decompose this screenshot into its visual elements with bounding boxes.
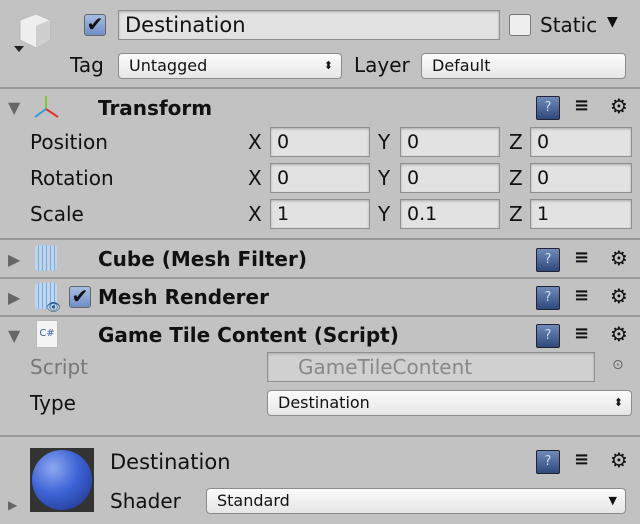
eye-icon: 👁 — [46, 300, 62, 314]
material-name: Destination — [110, 450, 231, 474]
object-picker-icon[interactable]: ⊙ — [612, 357, 624, 373]
layer-value: Default — [432, 56, 491, 75]
presets-icon[interactable]: ≡ — [574, 323, 589, 344]
presets-icon[interactable]: ≡ — [574, 247, 589, 268]
shader-label: Shader — [110, 489, 181, 513]
transform-icon — [32, 94, 60, 124]
active-checkbox[interactable]: ✔ — [84, 14, 106, 36]
transform-row-label: Position — [30, 130, 108, 154]
gear-icon[interactable]: ⚙ — [610, 322, 628, 346]
divider — [0, 87, 640, 89]
help-icon[interactable]: ? — [536, 248, 560, 272]
z-field[interactable]: 1 — [530, 199, 632, 229]
axis-x-label: X — [248, 166, 262, 190]
help-icon[interactable]: ? — [536, 450, 560, 474]
axis-y-label: Y — [378, 166, 391, 190]
expand-arrow-icon[interactable]: ▶ — [8, 498, 17, 512]
tag-value: Untagged — [129, 56, 208, 75]
axis-z-label: Z — [509, 130, 523, 154]
z-field[interactable]: 0 — [530, 127, 632, 157]
axis-y-label: Y — [378, 202, 391, 226]
type-dropdown[interactable]: Destination ⬍ — [267, 390, 632, 416]
script-label: Script — [30, 355, 89, 379]
help-icon[interactable]: ? — [536, 286, 560, 310]
type-label: Type — [30, 391, 76, 415]
mesh-renderer-enabled-checkbox[interactable]: ✔ — [69, 286, 91, 308]
presets-icon[interactable]: ≡ — [574, 95, 589, 116]
divider — [0, 435, 640, 437]
shader-dropdown[interactable]: Standard ▼ — [206, 488, 626, 514]
expand-arrow-icon[interactable]: ▶ — [8, 250, 20, 269]
x-field[interactable]: 1 — [270, 199, 370, 229]
collapse-arrow-icon[interactable]: ▼ — [8, 98, 20, 117]
expand-arrow-icon[interactable]: ▶ — [8, 288, 20, 307]
transform-row-label: Scale — [30, 202, 84, 226]
updown-icon: ⬍ — [613, 396, 623, 409]
divider — [0, 315, 640, 317]
layer-label: Layer — [354, 53, 410, 77]
help-icon[interactable]: ? — [536, 324, 560, 348]
shader-value: Standard — [217, 491, 290, 510]
divider — [0, 238, 640, 240]
mesh-filter-icon — [35, 245, 57, 271]
script-value: GameTileContent — [298, 355, 473, 379]
gear-icon[interactable]: ⚙ — [610, 284, 628, 308]
collapse-arrow-icon[interactable]: ▼ — [8, 326, 20, 345]
script-field: GameTileContent — [267, 352, 595, 382]
y-field[interactable]: 0 — [400, 127, 500, 157]
script-component-title: Game Tile Content (Script) — [98, 323, 399, 347]
z-field[interactable]: 0 — [530, 163, 632, 193]
x-field[interactable]: 0 — [270, 127, 370, 157]
axis-z-label: Z — [509, 166, 523, 190]
material-preview-sphere[interactable] — [30, 448, 94, 512]
type-value: Destination — [278, 393, 370, 412]
dropdown-arrow-icon: ▼ — [608, 494, 617, 507]
gear-icon[interactable]: ⚙ — [610, 448, 628, 472]
presets-icon[interactable]: ≡ — [574, 449, 589, 470]
axis-x-label: X — [248, 202, 262, 226]
mesh-renderer-title: Mesh Renderer — [98, 285, 269, 309]
axis-x-label: X — [248, 130, 262, 154]
gear-icon[interactable]: ⚙ — [610, 246, 628, 270]
layer-dropdown[interactable]: Default — [421, 53, 626, 79]
tag-label: Tag — [70, 53, 104, 77]
cs-script-icon: C# — [36, 320, 58, 348]
gear-icon[interactable]: ⚙ — [610, 94, 628, 118]
static-label: Static — [540, 13, 598, 37]
transform-row-label: Rotation — [30, 166, 114, 190]
tag-dropdown[interactable]: Untagged ⬍ — [118, 53, 342, 79]
y-field[interactable]: 0.1 — [400, 199, 500, 229]
name-field[interactable]: Destination — [118, 10, 500, 40]
updown-icon: ⬍ — [323, 59, 333, 72]
help-icon[interactable]: ? — [536, 96, 560, 120]
y-field[interactable]: 0 — [400, 163, 500, 193]
axis-y-label: Y — [378, 130, 391, 154]
presets-icon[interactable]: ≡ — [574, 285, 589, 306]
axis-z-label: Z — [509, 202, 523, 226]
mesh-filter-title: Cube (Mesh Filter) — [98, 247, 307, 271]
x-field[interactable]: 0 — [270, 163, 370, 193]
gameobject-cube-icon[interactable] — [14, 10, 54, 54]
divider — [0, 277, 640, 279]
static-checkbox[interactable] — [509, 14, 531, 36]
transform-title: Transform — [98, 96, 213, 120]
static-dropdown-icon[interactable]: ▼ — [607, 14, 618, 30]
